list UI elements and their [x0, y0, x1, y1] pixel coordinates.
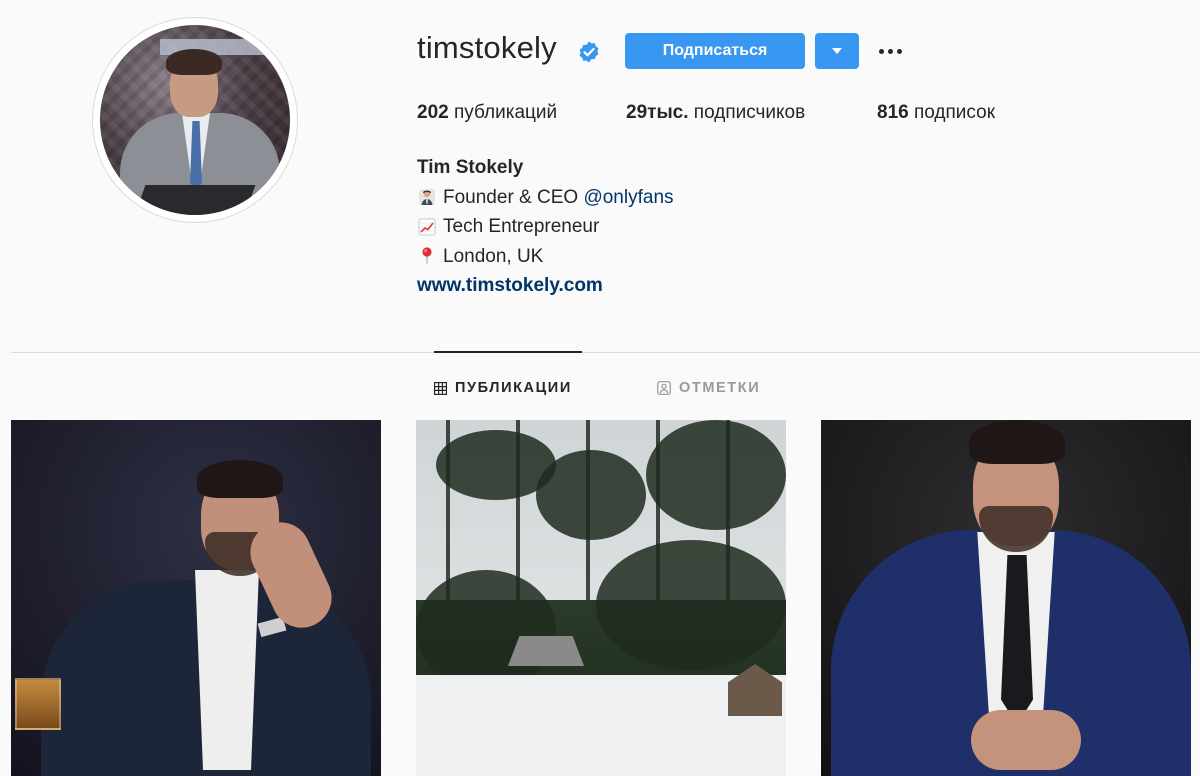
post-thumbnail[interactable]: [821, 420, 1191, 776]
avatar-image: [100, 25, 290, 215]
profile-username: timstokely: [417, 30, 557, 65]
profile-full-name: Tim Stokely: [417, 157, 524, 178]
post-image: [416, 420, 786, 776]
followers-count-stat[interactable]: 29тыс. подписчиков: [626, 102, 805, 124]
pin-emoji: [422, 247, 432, 265]
verified-badge-icon: [579, 41, 599, 63]
profile-header: timstokely Подписаться 202 публикаций 29…: [0, 0, 1200, 320]
suggestions-dropdown-button[interactable]: [815, 33, 859, 69]
posts-count-stat: 202 публикаций: [417, 102, 557, 124]
bio-line-role: Founder & CEO @onlyfans: [417, 183, 674, 213]
chevron-down-icon: [832, 48, 842, 54]
bio-role-text: Founder & CEO: [443, 186, 579, 208]
following-count-label: подписок: [913, 102, 996, 123]
bio-location-text: London, UK: [443, 245, 544, 267]
bio-line-tech: Tech Entrepreneur: [417, 212, 674, 242]
profile-website-link[interactable]: www.timstokely.com: [417, 271, 674, 301]
grid-icon: [434, 381, 447, 395]
post-thumbnail[interactable]: [416, 420, 786, 776]
chart-increasing-emoji: [418, 218, 436, 236]
follow-button[interactable]: Подписаться: [625, 33, 805, 69]
profile-avatar[interactable]: [92, 17, 298, 223]
posts-count-label: публикаций: [453, 102, 558, 123]
posts-count: 202: [417, 102, 449, 123]
post-image: [821, 420, 1191, 776]
bio-line-location: London, UK: [417, 242, 674, 272]
bio-tech-text: Tech Entrepreneur: [443, 216, 600, 237]
tabs-divider: [11, 352, 1200, 353]
tab-posts[interactable]: ПУБЛИКАЦИИ: [434, 377, 572, 399]
followers-count-label: подписчиков: [693, 102, 806, 123]
post-image: [11, 420, 381, 776]
followers-count: 29тыс.: [626, 102, 689, 123]
man-in-suit-emoji: [419, 189, 435, 206]
following-count-stat[interactable]: 816 подписок: [877, 102, 995, 124]
bio-mention-link[interactable]: @onlyfans: [583, 183, 673, 213]
tab-tagged-label: ОТМЕТКИ: [679, 380, 761, 396]
post-thumbnail[interactable]: [11, 420, 381, 776]
following-count: 816: [877, 102, 909, 123]
active-tab-indicator: [434, 351, 582, 353]
profile-bio: Tim Stokely Founder & CEO @onlyfans Tech…: [417, 153, 674, 301]
tab-posts-label: ПУБЛИКАЦИИ: [455, 380, 572, 396]
tab-tagged[interactable]: ОТМЕТКИ: [657, 377, 760, 399]
more-options-icon[interactable]: [874, 38, 906, 64]
tagged-person-icon: [657, 381, 671, 395]
